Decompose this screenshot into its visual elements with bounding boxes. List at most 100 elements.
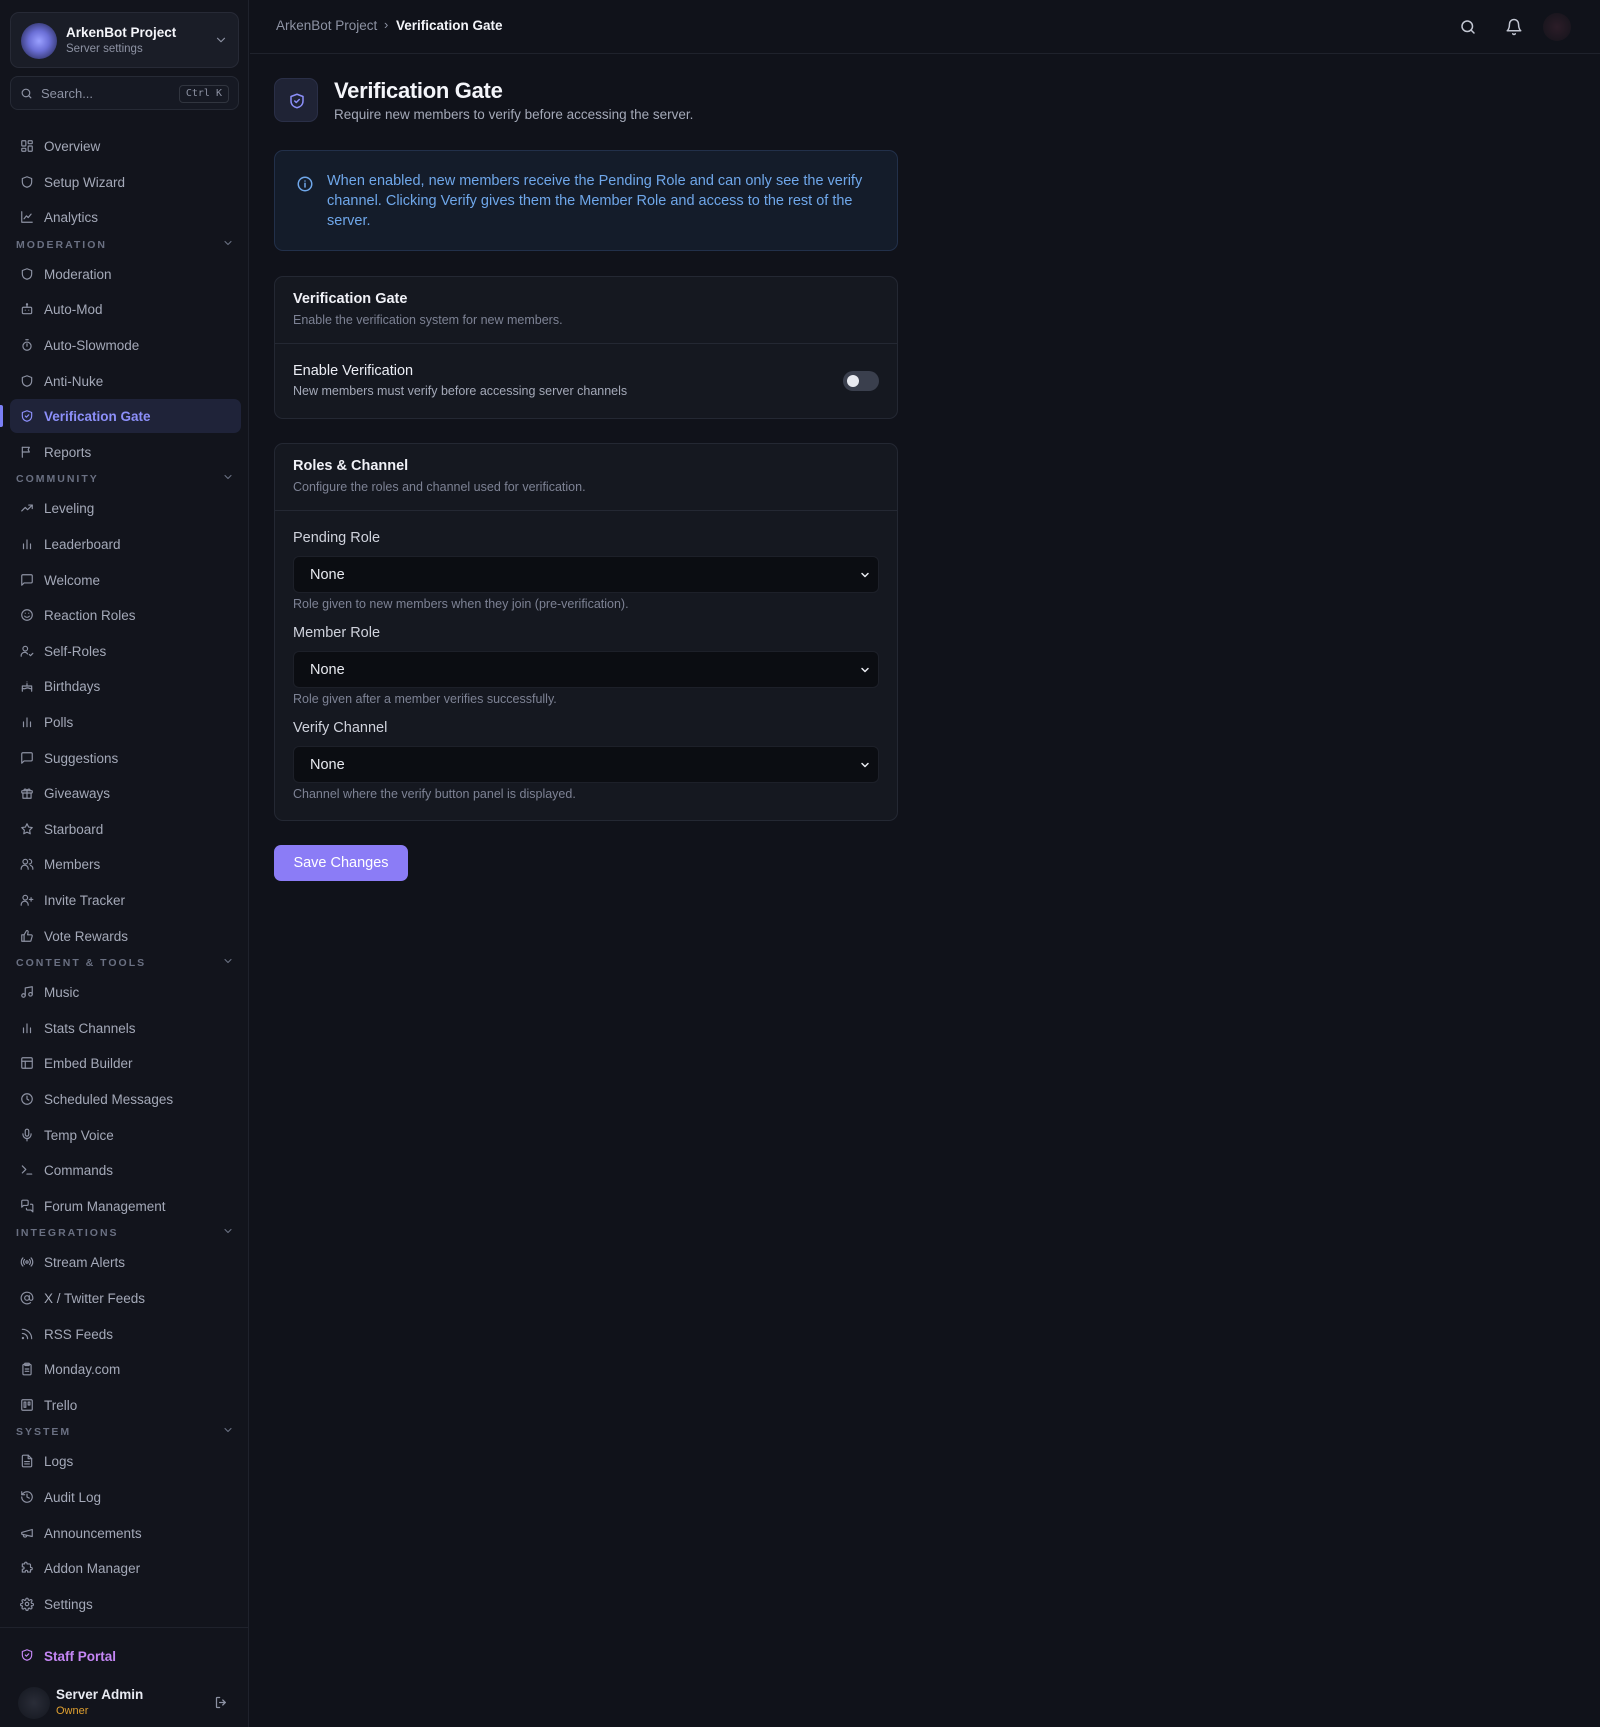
radio-icon [20, 1257, 34, 1268]
section-community[interactable]: COMMUNITY [16, 469, 234, 485]
sidebar-item-giveaways[interactable]: Giveaways [10, 776, 241, 810]
sidebar-item-rss-feeds[interactable]: RSS Feeds [10, 1317, 241, 1351]
sidebar-item-leveling[interactable]: Leveling [10, 491, 241, 525]
pending-role-select[interactable]: None [293, 556, 879, 593]
sidebar-item-birthdays[interactable]: Birthdays [10, 669, 241, 703]
sidebar-item-starboard[interactable]: Starboard [10, 812, 241, 846]
sidebar-item-anti-nuke[interactable]: Anti-Nuke [10, 364, 241, 398]
sidebar-item-invite-tracker[interactable]: Invite Tracker [10, 883, 241, 917]
section-system[interactable]: SYSTEM [16, 1422, 234, 1438]
sidebar-item-auto-mod[interactable]: Auto-Mod [10, 292, 241, 326]
sidebar-item-label: Welcome [44, 572, 101, 588]
sidebar-item-label: Addon Manager [44, 1561, 141, 1577]
sidebar-item-self-roles[interactable]: Self-Roles [10, 634, 241, 668]
staff-portal-link[interactable]: Staff Portal [10, 1641, 239, 1671]
sidebar-item-label: Leveling [44, 501, 95, 517]
sidebar-item-trello[interactable]: Trello [10, 1388, 241, 1422]
sidebar-item-moderation[interactable]: Moderation [10, 257, 241, 291]
sidebar-item-settings[interactable]: Settings [10, 1587, 241, 1621]
gift-icon [21, 788, 33, 800]
clock-icon [21, 1093, 33, 1105]
member-role-select[interactable]: None [293, 651, 879, 688]
user-profile: Server Admin Owner [10, 1683, 239, 1723]
section-integrations[interactable]: INTEGRATIONS [16, 1223, 234, 1239]
sidebar-item-logs[interactable]: Logs [10, 1444, 241, 1478]
sidebar-item-label: Temp Voice [44, 1127, 114, 1143]
sidebar-item-verification-gate[interactable]: Verification Gate [10, 399, 241, 434]
sidebar-item-analytics[interactable]: Analytics [10, 200, 241, 234]
chevron-down-icon [224, 475, 232, 480]
sidebar-item-audit-log[interactable]: Audit Log [10, 1480, 241, 1514]
message-icon [21, 573, 33, 586]
sidebar-item-welcome[interactable]: Welcome [10, 563, 241, 597]
roles-channel-card: Roles & Channel Configure the roles and … [274, 443, 898, 821]
sidebar-item-reports[interactable]: Reports [10, 435, 241, 469]
logout-icon[interactable] [214, 1695, 229, 1710]
pending-role-label: Pending Role [293, 530, 381, 546]
sidebar-item-scheduled-messages[interactable]: Scheduled Messages [10, 1082, 241, 1116]
sidebar-item-reaction-roles[interactable]: Reaction Roles [10, 598, 241, 632]
search-input[interactable] [41, 83, 171, 103]
sidebar-item-label: Leaderboard [44, 537, 121, 552]
grid-icon [21, 140, 33, 152]
sidebar-item-label: Self-Roles [44, 643, 107, 659]
sidebar-item-label: Auto-Slowmode [44, 338, 140, 353]
bar-chart-icon [22, 1023, 32, 1034]
sidebar-item-monday-com[interactable]: Monday.com [10, 1352, 241, 1386]
enable-verification-label: Enable Verification [293, 363, 414, 379]
smile-icon [21, 609, 33, 622]
section-content-tools[interactable]: CONTENT & TOOLS [16, 953, 234, 969]
sidebar-item-stream-alerts[interactable]: Stream Alerts [10, 1245, 241, 1279]
sidebar-item-polls[interactable]: Polls [10, 705, 241, 739]
sidebar-item-forum-management[interactable]: Forum Management [10, 1189, 241, 1223]
trending-up-icon [21, 504, 33, 512]
message-icon [21, 751, 33, 764]
sidebar-item-commands[interactable]: Commands [10, 1153, 241, 1187]
chevron-down-icon [224, 1229, 232, 1234]
info-icon [297, 176, 313, 192]
verify-channel-select[interactable]: None [293, 746, 879, 783]
at-sign-icon [20, 1291, 34, 1305]
search-icon[interactable] [1459, 18, 1477, 36]
user-avatar[interactable] [1543, 13, 1571, 41]
search-icon [21, 88, 32, 99]
star-icon [21, 822, 33, 835]
breadcrumb-current: Verification Gate [396, 18, 503, 33]
sidebar-item-stats-channels[interactable]: Stats Channels [10, 1011, 241, 1045]
staff-portal-label: Staff Portal [44, 1649, 117, 1664]
info-banner: When enabled, new members receive the Pe… [274, 150, 898, 251]
trello-icon [21, 1398, 33, 1411]
sidebar-item-embed-builder[interactable]: Embed Builder [10, 1046, 241, 1080]
sidebar-item-label: Polls [44, 715, 74, 730]
section-title: CONTENT & TOOLS [16, 957, 147, 970]
sidebar-search[interactable]: Ctrl K [10, 76, 239, 110]
sidebar-item-vote-rewards[interactable]: Vote Rewards [10, 919, 241, 953]
sidebar-item-music[interactable]: Music [10, 975, 241, 1009]
server-switcher[interactable]: ArkenBot Project Server settings [10, 12, 239, 68]
sidebar-item-announcements[interactable]: Announcements [10, 1516, 241, 1550]
sidebar-item-leaderboard[interactable]: Leaderboard [10, 527, 241, 561]
enable-verification-toggle[interactable] [843, 371, 879, 391]
sidebar-item-addon-manager[interactable]: Addon Manager [10, 1551, 241, 1585]
sidebar-item-label: Anti-Nuke [44, 373, 104, 389]
breadcrumb-parent[interactable]: ArkenBot Project [276, 18, 377, 33]
section-title: MODERATION [16, 238, 107, 251]
sidebar-item-suggestions[interactable]: Suggestions [10, 741, 241, 775]
bell-icon[interactable] [1505, 18, 1523, 36]
save-changes-button[interactable]: Save Changes [274, 845, 408, 881]
megaphone-icon [21, 1528, 33, 1538]
sidebar-item-members[interactable]: Members [10, 847, 241, 881]
verify-channel-label: Verify Channel [293, 720, 388, 736]
sidebar-item-overview[interactable]: Overview [10, 129, 241, 163]
section-moderation[interactable]: MODERATION [16, 235, 234, 251]
info-text: When enabled, new members receive the Pe… [327, 173, 863, 229]
sidebar-item-temp-voice[interactable]: Temp Voice [10, 1118, 241, 1152]
page-subtitle: Require new members to verify before acc… [334, 107, 694, 122]
sidebar-item-label: Reports [44, 444, 92, 460]
shield-check-icon [21, 410, 33, 423]
sidebar-item-auto-slowmode[interactable]: Auto-Slowmode [10, 328, 241, 362]
sidebar-item-x-twitter-feeds[interactable]: X / Twitter Feeds [10, 1281, 241, 1315]
sidebar-item-label: Embed Builder [44, 1056, 133, 1072]
sidebar-item-setup-wizard[interactable]: Setup Wizard [10, 165, 241, 199]
chevron-down-icon [224, 240, 232, 245]
